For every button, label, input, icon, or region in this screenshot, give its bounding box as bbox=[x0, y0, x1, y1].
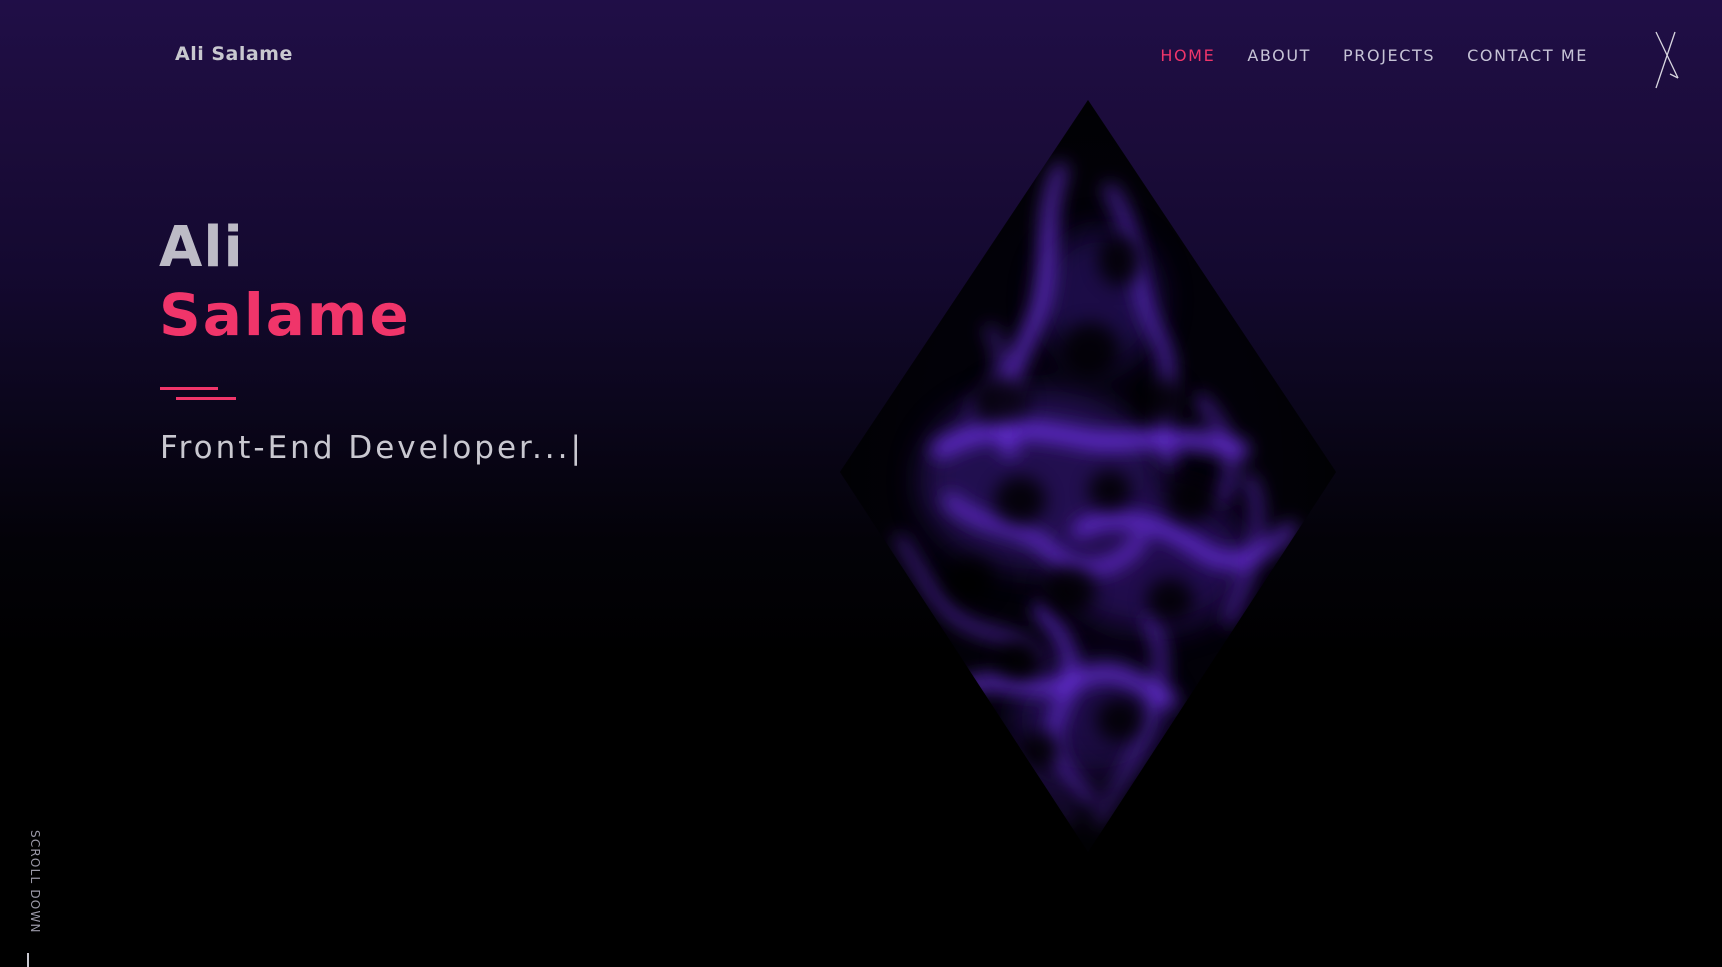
accent-divider bbox=[160, 387, 236, 403]
hero-role-typed: Front-End Developer...| bbox=[160, 430, 584, 466]
scroll-down-indicator[interactable]: SCROLL DOWN bbox=[28, 830, 42, 934]
main-nav: HOME ABOUT PROJECTS CONTACT ME bbox=[1160, 46, 1588, 65]
scroll-down-line bbox=[27, 953, 29, 967]
nav-about[interactable]: ABOUT bbox=[1247, 46, 1311, 65]
hero-last-name: Salame bbox=[159, 281, 411, 349]
nav-projects[interactable]: PROJECTS bbox=[1343, 46, 1435, 65]
nav-home[interactable]: HOME bbox=[1160, 46, 1215, 65]
diamond-fluid-artwork bbox=[840, 100, 1336, 852]
hero-first-name: Ali bbox=[159, 215, 244, 280]
site-logo[interactable]: Ali Salame bbox=[175, 43, 293, 65]
nav-contact-me[interactable]: CONTACT ME bbox=[1467, 46, 1588, 65]
close-x-icon[interactable] bbox=[1652, 30, 1682, 90]
